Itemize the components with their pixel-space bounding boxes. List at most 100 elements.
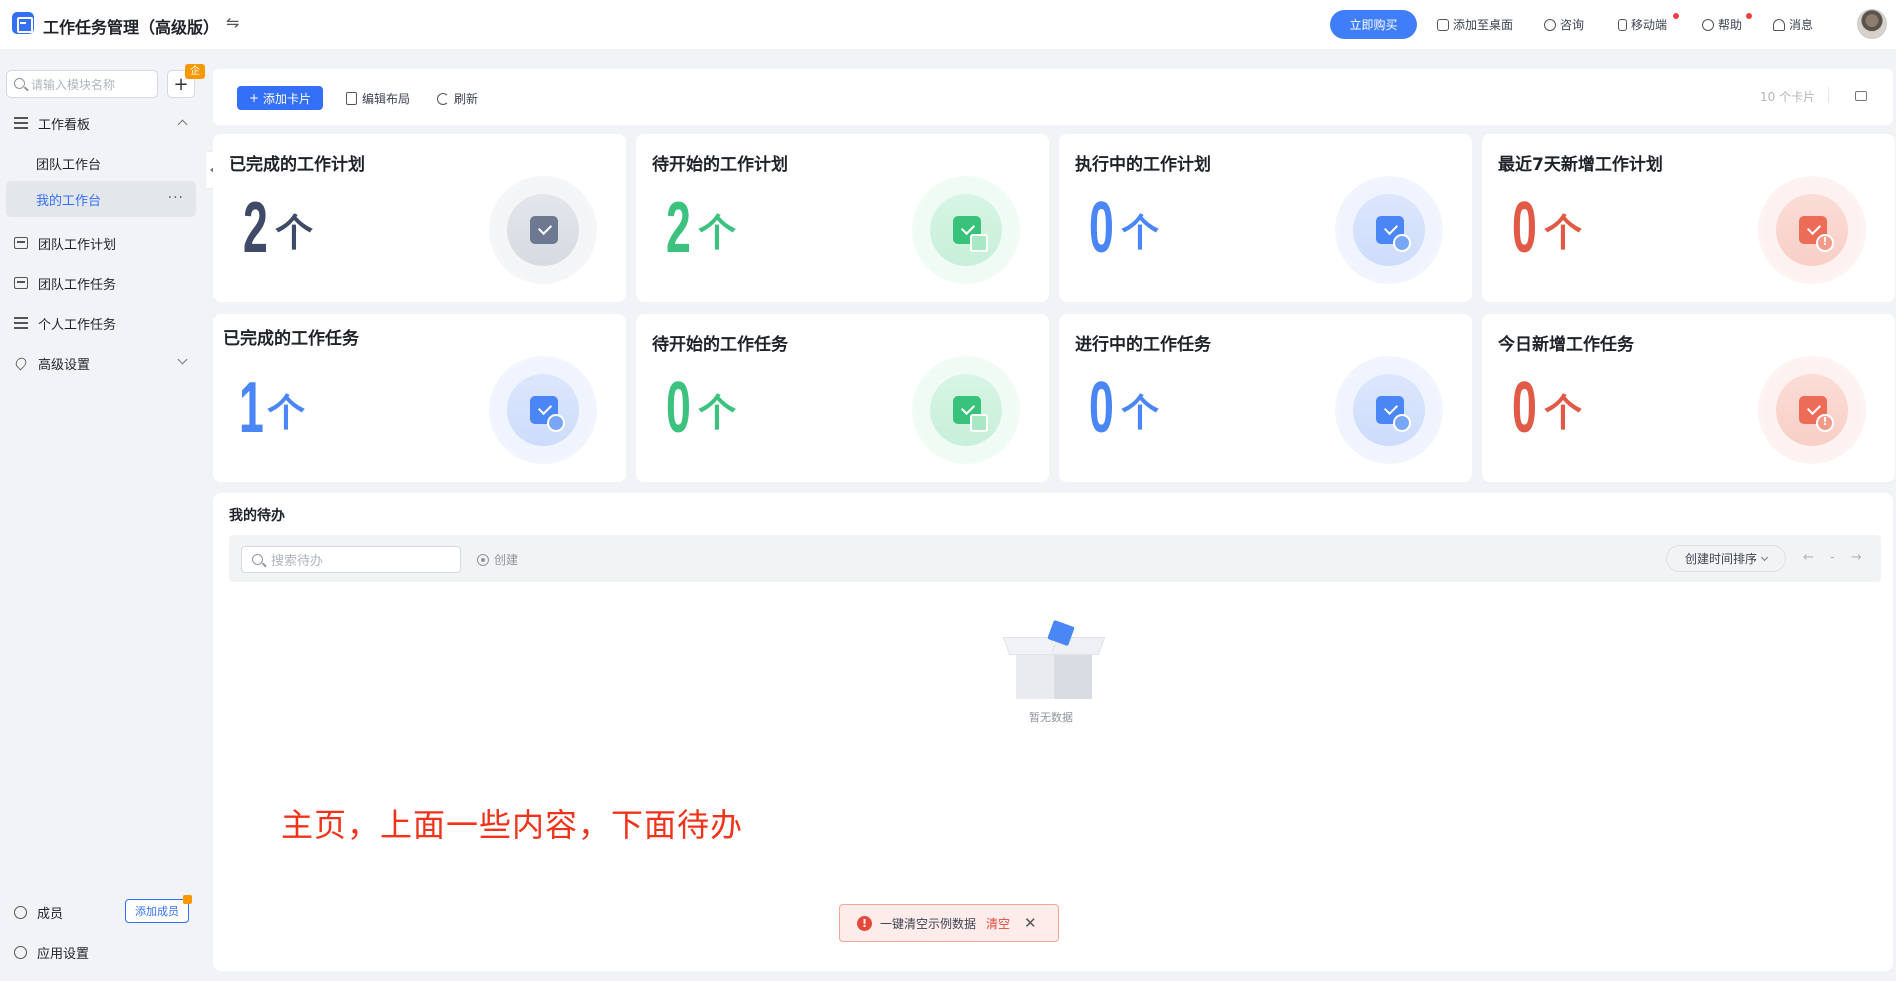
help-icon (1702, 18, 1714, 31)
refresh-label: 刷新 (454, 92, 479, 106)
empty-state-text: 暂无数据 (1029, 711, 1073, 724)
calendar-icon (14, 277, 28, 289)
sidebar-item-team-plans[interactable]: 团队工作计划 (6, 225, 196, 261)
calendar-alert-icon (1758, 356, 1866, 464)
card-unit: 个 (1544, 391, 1583, 435)
sort-label: 创建时间排序 (1684, 552, 1757, 566)
dashboard-toolbar: + 添加卡片 编辑布局 刷新 10 个卡片 (213, 69, 1893, 125)
card-title: 进行中的工作任务 (1075, 335, 1211, 355)
sidebar-item-label: 我的工作台 (36, 193, 102, 209)
sidebar-item-work-board[interactable]: 工作看板 (6, 105, 196, 141)
card-title: 最近7天新增工作计划 (1498, 155, 1663, 175)
calendar-icon (14, 237, 28, 249)
more-options-icon[interactable]: ··· (168, 190, 184, 206)
close-icon[interactable]: ✕ (1024, 914, 1037, 932)
chart-alert-icon (1758, 176, 1866, 284)
messages-label: 消息 (1789, 18, 1814, 32)
card-unit: 个 (1544, 211, 1583, 255)
card-unit: 个 (698, 391, 737, 435)
consult-label: 咨询 (1560, 18, 1585, 32)
comment-icon[interactable] (1855, 91, 1867, 101)
help-link[interactable]: 帮助 (1702, 16, 1742, 33)
list-icon (14, 317, 28, 329)
list-icon (14, 117, 28, 129)
card-unit: 个 (1121, 391, 1160, 435)
module-search-input[interactable]: 请输入模块名称 (6, 70, 158, 98)
plus-icon: + (248, 91, 260, 105)
add-member-badge (183, 895, 192, 904)
sample-data-toast: ! 一键清空示例数据 清空 ✕ (839, 904, 1059, 942)
empty-box-icon (1002, 619, 1106, 703)
card-unit: 个 (1121, 211, 1160, 255)
annotation-text: 主页，上面一些内容，下面待办 (281, 806, 744, 844)
toolbar-divider (1828, 87, 1829, 103)
sidebar-item-label: 工作看板 (38, 117, 91, 133)
stat-card-pending-tasks[interactable]: 待开始的工作任务 0 个 (636, 314, 1049, 482)
sidebar-item-label: 团队工作任务 (38, 277, 117, 293)
add-card-button[interactable]: + 添加卡片 (237, 86, 323, 110)
card-value: 0 (1089, 188, 1114, 268)
calendar-check-icon (1335, 176, 1443, 284)
mobile-link[interactable]: 移动端 (1618, 16, 1667, 33)
toast-message: 一键清空示例数据 (880, 916, 977, 931)
app-title: 工作任务管理（高级版） (43, 18, 220, 37)
card-value: 2 (666, 188, 691, 268)
todo-search-placeholder: 搜索待办 (271, 554, 324, 569)
stat-card-pending-plans[interactable]: 待开始的工作计划 2 个 (636, 134, 1049, 302)
stat-card-new-plans-7d[interactable]: 最近7天新增工作计划 0 个 (1482, 134, 1895, 302)
sidebar-item-advanced-settings[interactable]: 高级设置 (6, 345, 196, 381)
card-title: 已完成的工作任务 (223, 329, 359, 349)
todo-title: 我的待办 (229, 508, 285, 524)
stat-card-completed-tasks[interactable]: 已完成的工作任务 1 个 (213, 314, 626, 482)
create-todo-button[interactable]: 创建 (477, 551, 518, 568)
consult-link[interactable]: 咨询 (1544, 16, 1584, 33)
sidebar-item-label: 高级设置 (38, 357, 91, 373)
pagination-arrows[interactable]: ← - → (1803, 550, 1868, 565)
search-icon (252, 554, 263, 565)
buy-now-button[interactable]: 立即购买 (1330, 10, 1417, 39)
todo-search-input[interactable]: 搜索待办 (241, 546, 461, 573)
add-to-desktop-link[interactable]: 添加至桌面 (1437, 16, 1513, 33)
sidebar-item-my-workbench[interactable]: 我的工作台 ··· (6, 181, 196, 217)
sort-dropdown[interactable]: 创建时间排序 (1666, 545, 1786, 572)
add-member-button[interactable]: 添加成员 (125, 899, 189, 923)
members-label: 成员 (37, 906, 64, 922)
my-todo-panel: 我的待办 搜索待办 创建 创建时间排序 ← - → 暂无数据 (213, 493, 1893, 971)
add-card-label: 添加卡片 (263, 91, 312, 106)
trend-check-icon (489, 356, 597, 464)
chat-icon (1544, 18, 1556, 31)
todo-filter-bar: 搜索待办 创建 创建时间排序 ← - → (229, 535, 1881, 582)
refresh-icon (437, 92, 449, 105)
enterprise-badge: 企 (185, 64, 205, 79)
refresh-button[interactable]: 刷新 (437, 90, 478, 107)
chevron-down-icon (1760, 553, 1769, 561)
sidebar-item-label: 个人工作任务 (38, 317, 117, 333)
user-avatar[interactable] (1857, 9, 1887, 39)
alert-icon: ! (857, 915, 872, 931)
chart-clipboard-icon (912, 176, 1020, 284)
card-value: 0 (1512, 368, 1537, 448)
stat-card-running-plans[interactable]: 执行中的工作计划 0 个 (1059, 134, 1472, 302)
stat-card-new-tasks-today[interactable]: 今日新增工作任务 0 个 (1482, 314, 1895, 482)
card-count: 10 个卡片 (1760, 90, 1816, 104)
wrench-icon (13, 355, 29, 371)
stat-card-completed-plans[interactable]: 已完成的工作计划 2 个 (213, 134, 626, 302)
card-unit: 个 (267, 391, 306, 435)
sidebar-item-personal-tasks[interactable]: 个人工作任务 (6, 305, 196, 341)
edit-layout-button[interactable]: 编辑布局 (346, 90, 410, 107)
card-value: 0 (1512, 188, 1537, 268)
app-settings-link[interactable]: 应用设置 (6, 937, 196, 967)
card-title: 待开始的工作任务 (652, 335, 788, 355)
clear-sample-data-link[interactable]: 清空 (986, 915, 1010, 932)
card-title: 待开始的工作计划 (652, 155, 788, 175)
switch-app-icon[interactable]: ⇋ (226, 13, 239, 32)
messages-link[interactable]: 消息 (1773, 16, 1813, 33)
app-logo-icon (12, 12, 34, 34)
edit-layout-label: 编辑布局 (362, 92, 411, 106)
chevron-down-icon (177, 354, 188, 365)
plus-circle-icon (477, 553, 489, 566)
stat-card-in-progress-tasks[interactable]: 进行中的工作任务 0 个 (1059, 314, 1472, 482)
briefcase-check-icon (489, 176, 597, 284)
sidebar-item-team-workbench[interactable]: 团队工作台 (6, 145, 196, 181)
sidebar-item-team-tasks[interactable]: 团队工作任务 (6, 265, 196, 301)
